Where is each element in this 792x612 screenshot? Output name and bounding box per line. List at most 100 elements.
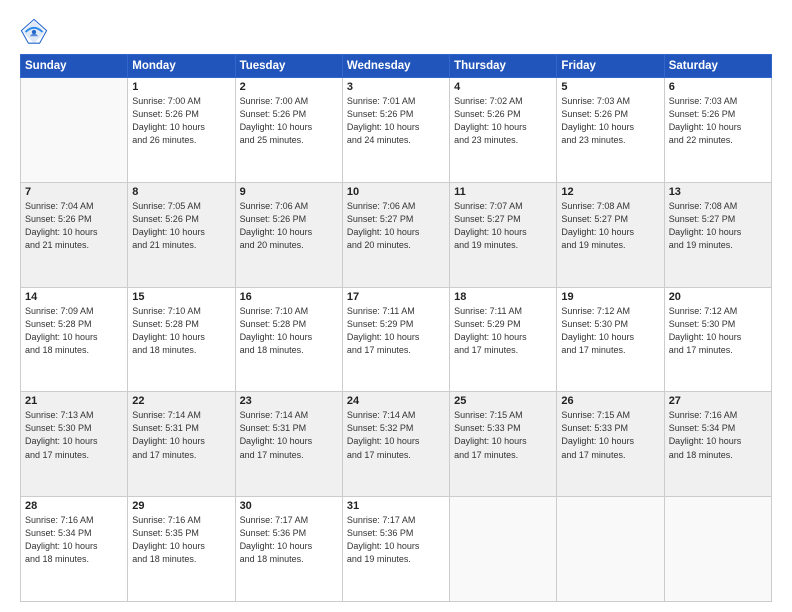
day-info: Sunrise: 7:11 AMSunset: 5:29 PMDaylight:…: [454, 305, 552, 357]
day-info: Sunrise: 7:16 AMSunset: 5:34 PMDaylight:…: [669, 409, 767, 461]
calendar-cell: 9 Sunrise: 7:06 AMSunset: 5:26 PMDaylight…: [235, 182, 342, 287]
weekday-header-thursday: Thursday: [450, 55, 557, 78]
day-number: 20: [669, 291, 767, 303]
calendar-cell: 5Sunrise: 7:03 AMSunset: 5:26 PMDaylight…: [557, 78, 664, 183]
day-number: 28: [25, 500, 123, 512]
calendar-cell: 13Sunrise: 7:08 AMSunset: 5:27 PMDayligh…: [664, 182, 771, 287]
day-info: Sunrise: 7:14 AMSunset: 5:31 PMDaylight:…: [240, 409, 338, 461]
page: SundayMondayTuesdayWednesdayThursdayFrid…: [0, 0, 792, 612]
calendar-cell: 12Sunrise: 7:08 AMSunset: 5:27 PMDayligh…: [557, 182, 664, 287]
weekday-header-friday: Friday: [557, 55, 664, 78]
day-info: Sunrise: 7:00 AMSunset: 5:26 PMDaylight:…: [132, 95, 230, 147]
day-number: 3: [347, 81, 445, 93]
week-row-1: 1 Sunrise: 7:00 AMSunset: 5:26 PMDaylight…: [21, 78, 772, 183]
day-number: 16: [240, 291, 338, 303]
day-info: Sunrise: 7:17 AMSunset: 5:36 PMDaylight:…: [347, 514, 445, 566]
day-info: Sunrise: 7:14 AMSunset: 5:31 PMDaylight:…: [132, 409, 230, 461]
calendar-cell: [664, 497, 771, 602]
day-info: Sunrise: 7:01 AMSunset: 5:26 PMDaylight:…: [347, 95, 445, 147]
day-number: 21: [25, 395, 123, 407]
day-info: Sunrise: 7:12 AMSunset: 5:30 PMDaylight:…: [669, 305, 767, 357]
day-number: 24: [347, 395, 445, 407]
day-number: 19: [561, 291, 659, 303]
day-number: 25: [454, 395, 552, 407]
calendar-cell: 17 Sunrise: 7:11 AMSunset: 5:29 PMDayligh…: [342, 287, 449, 392]
day-number: 11: [454, 186, 552, 198]
calendar-cell: 20 Sunrise: 7:12 AMSunset: 5:30 PMDayligh…: [664, 287, 771, 392]
day-number: 1: [132, 81, 230, 93]
day-number: 26: [561, 395, 659, 407]
day-number: 4: [454, 81, 552, 93]
week-row-4: 21 Sunrise: 7:13 AMSunset: 5:30 PMDayligh…: [21, 392, 772, 497]
calendar-cell: 27 Sunrise: 7:16 AMSunset: 5:34 PMDayligh…: [664, 392, 771, 497]
day-number: 5: [561, 81, 659, 93]
day-info: Sunrise: 7:16 AMSunset: 5:35 PMDaylight:…: [132, 514, 230, 566]
weekday-header-row: SundayMondayTuesdayWednesdayThursdayFrid…: [21, 55, 772, 78]
calendar-cell: 1 Sunrise: 7:00 AMSunset: 5:26 PMDaylight…: [128, 78, 235, 183]
day-info: Sunrise: 7:16 AMSunset: 5:34 PMDaylight:…: [25, 514, 123, 566]
calendar-cell: 19 Sunrise: 7:12 AMSunset: 5:30 PMDayligh…: [557, 287, 664, 392]
day-info: Sunrise: 7:00 AMSunset: 5:26 PMDaylight:…: [240, 95, 338, 147]
calendar-cell: 30Sunrise: 7:17 AMSunset: 5:36 PMDayligh…: [235, 497, 342, 602]
weekday-header-monday: Monday: [128, 55, 235, 78]
day-info: Sunrise: 7:15 AMSunset: 5:33 PMDaylight:…: [454, 409, 552, 461]
day-info: Sunrise: 7:09 AMSunset: 5:28 PMDaylight:…: [25, 305, 123, 357]
calendar-cell: 29Sunrise: 7:16 AMSunset: 5:35 PMDayligh…: [128, 497, 235, 602]
calendar-cell: 31 Sunrise: 7:17 AMSunset: 5:36 PMDayligh…: [342, 497, 449, 602]
logo: [20, 18, 50, 46]
day-number: 18: [454, 291, 552, 303]
day-number: 22: [132, 395, 230, 407]
calendar-cell: [21, 78, 128, 183]
day-number: 2: [240, 81, 338, 93]
day-info: Sunrise: 7:15 AMSunset: 5:33 PMDaylight:…: [561, 409, 659, 461]
calendar-cell: 25 Sunrise: 7:15 AMSunset: 5:33 PMDayligh…: [450, 392, 557, 497]
day-info: Sunrise: 7:07 AMSunset: 5:27 PMDaylight:…: [454, 200, 552, 252]
day-info: Sunrise: 7:13 AMSunset: 5:30 PMDaylight:…: [25, 409, 123, 461]
header: [20, 18, 772, 46]
weekday-header-sunday: Sunday: [21, 55, 128, 78]
day-number: 6: [669, 81, 767, 93]
calendar-cell: 24Sunrise: 7:14 AMSunset: 5:32 PMDayligh…: [342, 392, 449, 497]
calendar-cell: 16 Sunrise: 7:10 AMSunset: 5:28 PMDayligh…: [235, 287, 342, 392]
calendar-cell: [557, 497, 664, 602]
day-number: 17: [347, 291, 445, 303]
day-info: Sunrise: 7:12 AMSunset: 5:30 PMDaylight:…: [561, 305, 659, 357]
week-row-3: 14 Sunrise: 7:09 AMSunset: 5:28 PMDayligh…: [21, 287, 772, 392]
weekday-header-tuesday: Tuesday: [235, 55, 342, 78]
day-info: Sunrise: 7:08 AMSunset: 5:27 PMDaylight:…: [561, 200, 659, 252]
calendar-cell: 8Sunrise: 7:05 AMSunset: 5:26 PMDaylight…: [128, 182, 235, 287]
calendar-cell: 14 Sunrise: 7:09 AMSunset: 5:28 PMDayligh…: [21, 287, 128, 392]
day-info: Sunrise: 7:06 AMSunset: 5:27 PMDaylight:…: [347, 200, 445, 252]
day-number: 14: [25, 291, 123, 303]
calendar-cell: 18 Sunrise: 7:11 AMSunset: 5:29 PMDayligh…: [450, 287, 557, 392]
calendar-cell: 4 Sunrise: 7:02 AMSunset: 5:26 PMDaylight…: [450, 78, 557, 183]
calendar-cell: 6 Sunrise: 7:03 AMSunset: 5:26 PMDaylight…: [664, 78, 771, 183]
calendar-table: SundayMondayTuesdayWednesdayThursdayFrid…: [20, 54, 772, 602]
calendar-cell: 10Sunrise: 7:06 AMSunset: 5:27 PMDayligh…: [342, 182, 449, 287]
calendar-cell: 22 Sunrise: 7:14 AMSunset: 5:31 PMDayligh…: [128, 392, 235, 497]
week-row-2: 7Sunrise: 7:04 AMSunset: 5:26 PMDaylight…: [21, 182, 772, 287]
day-info: Sunrise: 7:03 AMSunset: 5:26 PMDaylight:…: [669, 95, 767, 147]
calendar-cell: [450, 497, 557, 602]
calendar-cell: 21 Sunrise: 7:13 AMSunset: 5:30 PMDayligh…: [21, 392, 128, 497]
week-row-5: 28 Sunrise: 7:16 AMSunset: 5:34 PMDayligh…: [21, 497, 772, 602]
day-info: Sunrise: 7:02 AMSunset: 5:26 PMDaylight:…: [454, 95, 552, 147]
calendar-cell: 7Sunrise: 7:04 AMSunset: 5:26 PMDaylight…: [21, 182, 128, 287]
calendar-cell: 26 Sunrise: 7:15 AMSunset: 5:33 PMDayligh…: [557, 392, 664, 497]
calendar-cell: 3 Sunrise: 7:01 AMSunset: 5:26 PMDaylight…: [342, 78, 449, 183]
calendar-cell: 23 Sunrise: 7:14 AMSunset: 5:31 PMDayligh…: [235, 392, 342, 497]
day-number: 7: [25, 186, 123, 198]
calendar-cell: 15Sunrise: 7:10 AMSunset: 5:28 PMDayligh…: [128, 287, 235, 392]
day-info: Sunrise: 7:11 AMSunset: 5:29 PMDaylight:…: [347, 305, 445, 357]
day-number: 31: [347, 500, 445, 512]
day-info: Sunrise: 7:08 AMSunset: 5:27 PMDaylight:…: [669, 200, 767, 252]
day-number: 9: [240, 186, 338, 198]
day-number: 30: [240, 500, 338, 512]
day-number: 23: [240, 395, 338, 407]
weekday-header-wednesday: Wednesday: [342, 55, 449, 78]
logo-icon: [20, 18, 48, 46]
day-info: Sunrise: 7:10 AMSunset: 5:28 PMDaylight:…: [240, 305, 338, 357]
day-number: 27: [669, 395, 767, 407]
day-info: Sunrise: 7:06 AMSunset: 5:26 PMDaylight:…: [240, 200, 338, 252]
calendar-cell: 2 Sunrise: 7:00 AMSunset: 5:26 PMDaylight…: [235, 78, 342, 183]
